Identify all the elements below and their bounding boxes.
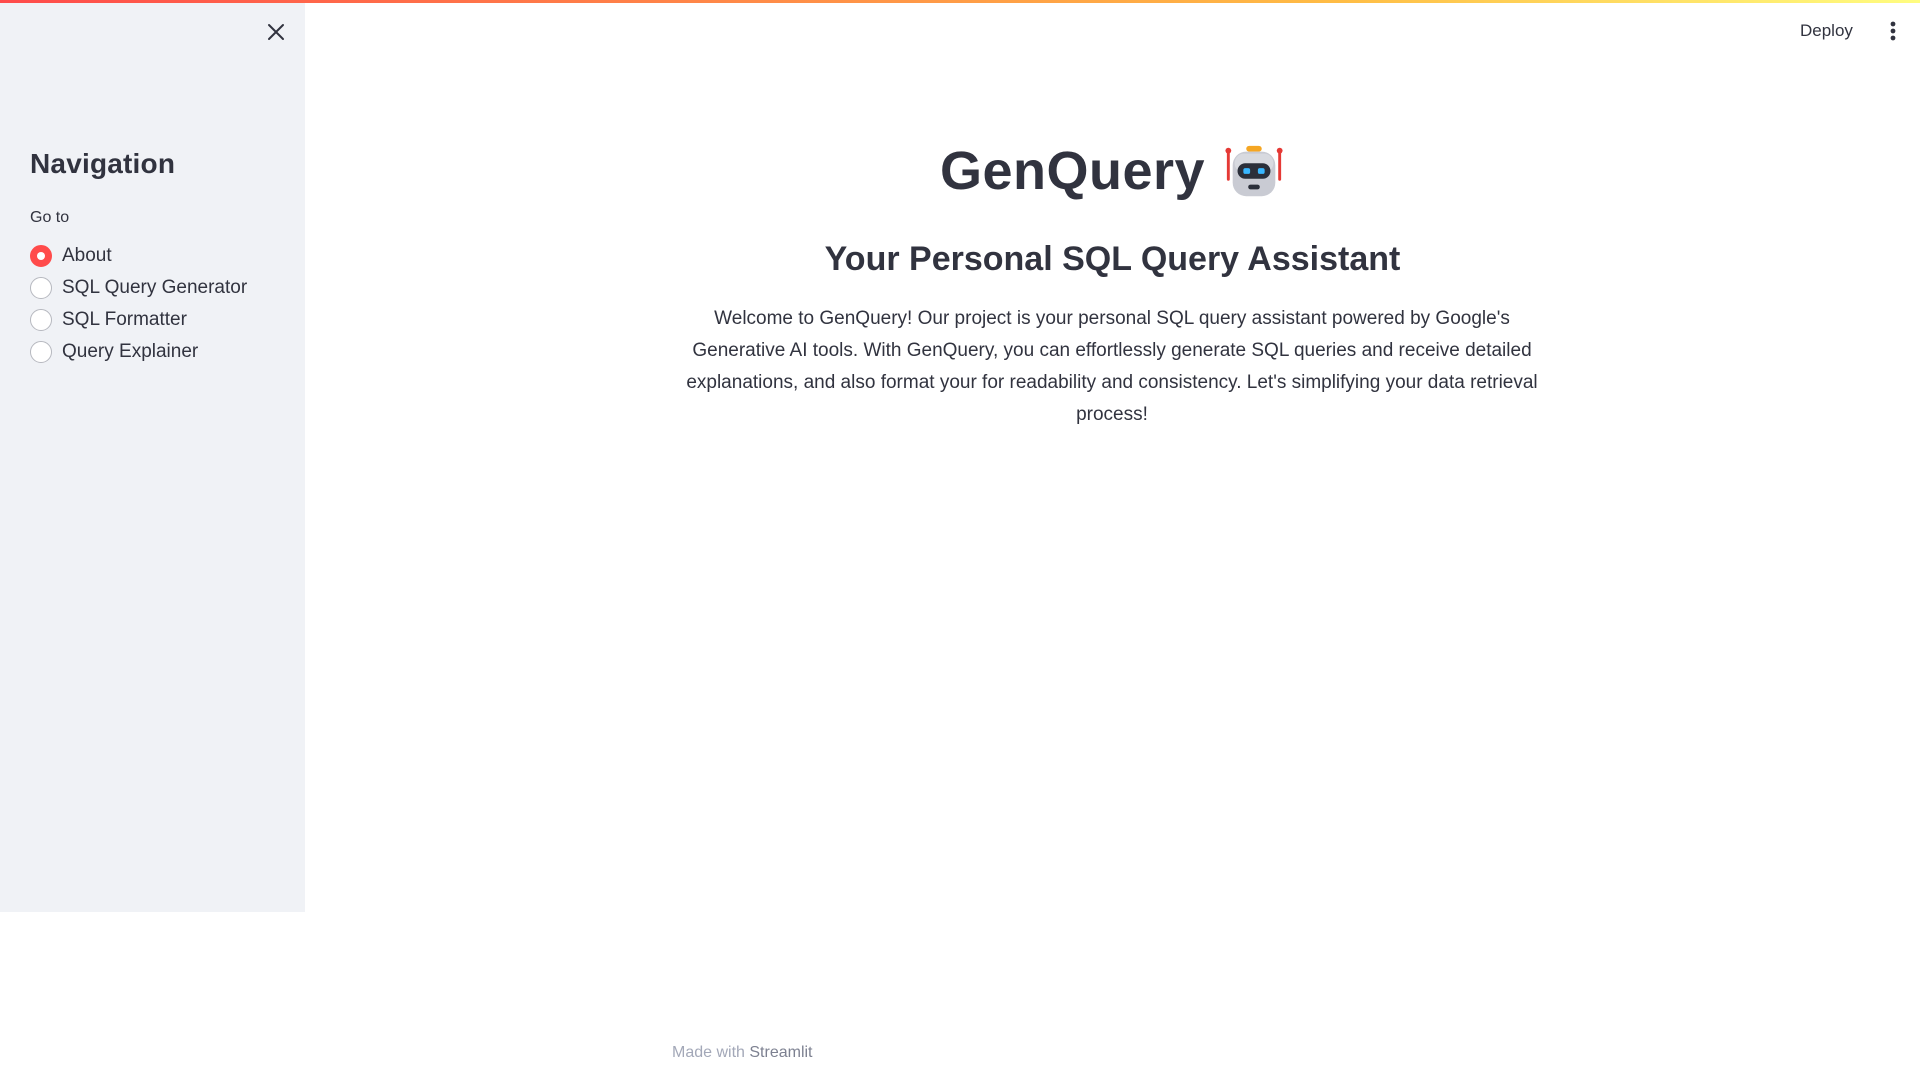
radio-option-label: Query Explainer [62, 341, 199, 362]
radio-option-label: SQL Query Generator [62, 277, 248, 298]
radio-button[interactable] [30, 341, 52, 363]
sidebar-title: Navigation [30, 148, 176, 179]
footer: Made with Streamlit [672, 1044, 813, 1062]
robot-icon [1225, 145, 1283, 197]
close-icon [268, 24, 284, 40]
sidebar-close-button[interactable] [262, 18, 290, 46]
main-content: GenQuery Your Personal SQL Query Assista… [305, 0, 1920, 1080]
footer-brand-link[interactable]: Streamlit [749, 1044, 812, 1061]
radio-option-label: SQL Formatter [62, 309, 187, 330]
radio-button-checked[interactable] [30, 245, 52, 267]
radio-option-about[interactable]: About [30, 240, 247, 272]
navigation-radio-group: About SQL Query Generator SQL Formatter … [30, 240, 247, 368]
radio-option-sql-formatter[interactable]: SQL Formatter [30, 304, 247, 336]
footer-prefix: Made with [672, 1044, 745, 1061]
radio-option-label: About [62, 245, 112, 266]
radio-option-query-explainer[interactable]: Query Explainer [30, 336, 247, 368]
page-title-text: GenQuery [939, 141, 1206, 201]
radio-option-sql-query-generator[interactable]: SQL Query Generator [30, 272, 247, 304]
sidebar: Navigation Go to About SQL Query Generat… [0, 0, 305, 912]
radio-group-label: Go to [30, 209, 70, 226]
radio-button[interactable] [30, 309, 52, 331]
intro-paragraph: Welcome to GenQuery! Our project is your… [686, 308, 1538, 425]
page-subtitle: Your Personal SQL Query Assistant [824, 240, 1401, 278]
page-title: GenQuery [305, 140, 1920, 202]
radio-button[interactable] [30, 277, 52, 299]
header-decoration-bar [0, 0, 1920, 3]
